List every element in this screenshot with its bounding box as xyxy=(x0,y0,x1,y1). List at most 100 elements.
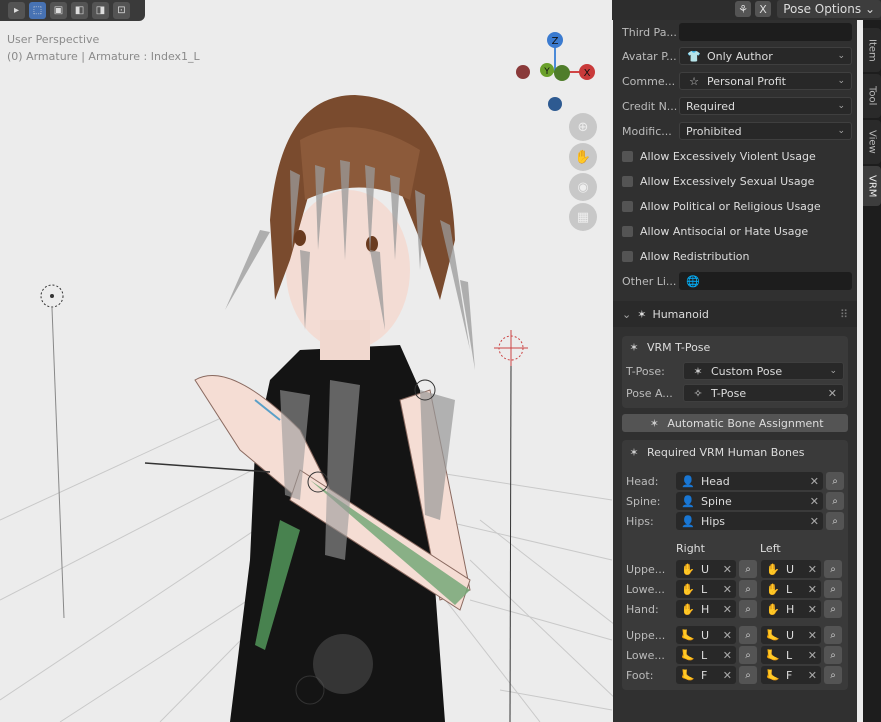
gizmo-z-label[interactable]: Z xyxy=(552,36,559,47)
left-bone-field[interactable]: 🦶 F ✕ xyxy=(761,666,821,684)
left-bone-value: U xyxy=(786,628,795,642)
search-icon[interactable]: ⌕ xyxy=(739,560,757,578)
humanoid-section-header[interactable]: ⌄ ✶ Humanoid ⠿ xyxy=(613,301,857,327)
pose-options-dropdown[interactable]: Pose Options ⌄ xyxy=(777,0,881,18)
drag-handle-icon[interactable]: ⠿ xyxy=(840,308,848,321)
zoom-icon[interactable]: ⊕ xyxy=(569,113,597,141)
antisocial-usage-checkbox[interactable]: Allow Antisocial or Hate Usage xyxy=(622,221,808,241)
clear-x-icon[interactable]: ✕ xyxy=(808,563,817,576)
tpose-dropdown[interactable]: ✶ Custom Pose ⌄ xyxy=(683,362,844,380)
tab-vrm[interactable]: VRM xyxy=(863,166,881,206)
pose-mirror-icon[interactable]: ⚘ xyxy=(735,1,751,17)
clear-x-icon[interactable]: ✕ xyxy=(808,583,817,596)
right-column-header: Right xyxy=(676,542,705,555)
search-icon[interactable]: ⌕ xyxy=(824,666,842,684)
search-icon[interactable]: ⌕ xyxy=(824,600,842,618)
search-icon[interactable]: ⌕ xyxy=(826,492,844,510)
search-icon[interactable]: ⌕ xyxy=(739,580,757,598)
light-object[interactable] xyxy=(40,284,65,619)
foot-icon: 🦶 xyxy=(766,648,780,662)
hips-bone-field[interactable]: 👤 Hips ✕ xyxy=(676,512,823,530)
search-icon[interactable]: ⌕ xyxy=(826,512,844,530)
checkbox-box[interactable] xyxy=(622,225,633,237)
modification-dropdown[interactable]: Prohibited ⌄ xyxy=(679,122,852,140)
select-box-mode-icon[interactable]: ⬚ xyxy=(29,2,46,19)
ortho-grid-icon[interactable]: ▦ xyxy=(569,203,597,231)
select-intersect-mode-icon[interactable]: ⊡ xyxy=(113,2,130,19)
right-bone-field[interactable]: ✋ H ✕ xyxy=(676,600,736,618)
gizmo-x-label[interactable]: X xyxy=(584,68,591,79)
checkbox-box[interactable] xyxy=(622,250,633,262)
automatic-bone-assignment-button[interactable]: ✶ Automatic Bone Assignment xyxy=(622,414,848,432)
right-bone-value: H xyxy=(701,602,710,616)
right-bone-field[interactable]: ✋ U ✕ xyxy=(676,560,736,578)
other-license-input[interactable]: 🌐 xyxy=(679,272,852,290)
tab-tool[interactable]: Tool xyxy=(863,74,881,118)
clear-x-icon[interactable]: ✕ xyxy=(810,515,819,528)
clear-x-icon[interactable]: ✕ xyxy=(808,669,817,682)
left-bone-field[interactable]: ✋ H ✕ xyxy=(761,600,821,618)
checkbox-box[interactable] xyxy=(622,150,633,162)
left-bone-field[interactable]: ✋ L ✕ xyxy=(761,580,821,598)
credit-dropdown[interactable]: Required ⌄ xyxy=(679,97,852,115)
hand-icon: ✋ xyxy=(681,562,695,576)
right-bone-field[interactable]: ✋ L ✕ xyxy=(676,580,736,598)
third-party-input[interactable] xyxy=(679,23,852,41)
clear-x-icon[interactable]: ✕ xyxy=(828,387,837,400)
clear-x-icon[interactable]: ✕ xyxy=(723,603,732,616)
clear-x-icon[interactable]: ✕ xyxy=(723,629,732,642)
clear-x-icon[interactable]: ✕ xyxy=(808,629,817,642)
chevron-down-icon: ⌄ xyxy=(864,2,875,16)
search-icon[interactable]: ⌕ xyxy=(824,646,842,664)
search-icon[interactable]: ⌕ xyxy=(824,560,842,578)
sexual-usage-checkbox[interactable]: Allow Excessively Sexual Usage xyxy=(622,171,814,191)
modification-row: Modific... Prohibited ⌄ xyxy=(622,121,852,141)
search-icon[interactable]: ⌕ xyxy=(739,666,757,684)
violent-usage-checkbox[interactable]: Allow Excessively Violent Usage xyxy=(622,146,816,166)
gizmo-y-label[interactable]: Y xyxy=(543,67,550,77)
right-bone-field[interactable]: 🦶 L ✕ xyxy=(676,646,736,664)
clear-x-icon[interactable]: ✕ xyxy=(808,603,817,616)
commercial-dropdown[interactable]: ☆ Personal Profit ⌄ xyxy=(679,72,852,90)
close-x-button[interactable]: X xyxy=(755,1,771,17)
checkbox-box[interactable] xyxy=(622,175,633,187)
checkbox-box[interactable] xyxy=(622,200,633,212)
pose-action-field[interactable]: ✧ T-Pose ✕ xyxy=(683,384,844,402)
hand-icon: ✋ xyxy=(766,602,780,616)
clear-x-icon[interactable]: ✕ xyxy=(723,583,732,596)
clear-x-icon[interactable]: ✕ xyxy=(723,669,732,682)
pan-hand-icon[interactable]: ✋ xyxy=(569,143,597,171)
tab-view[interactable]: View xyxy=(863,120,881,164)
clear-x-icon[interactable]: ✕ xyxy=(723,649,732,662)
clear-x-icon[interactable]: ✕ xyxy=(808,649,817,662)
search-icon[interactable]: ⌕ xyxy=(824,626,842,644)
camera-view-icon[interactable]: ◉ xyxy=(569,173,597,201)
redistribution-checkbox[interactable]: Allow Redistribution xyxy=(622,246,749,266)
search-icon[interactable]: ⌕ xyxy=(739,646,757,664)
left-bone-field[interactable]: 🦶 L ✕ xyxy=(761,646,821,664)
spine-bone-field[interactable]: 👤 Spine ✕ xyxy=(676,492,823,510)
head-bone-field[interactable]: 👤 Head ✕ xyxy=(676,472,823,490)
clear-x-icon[interactable]: ✕ xyxy=(810,495,819,508)
right-bone-field[interactable]: 🦶 U ✕ xyxy=(676,626,736,644)
select-extend-mode-icon[interactable]: ▣ xyxy=(50,2,67,19)
search-icon[interactable]: ⌕ xyxy=(826,472,844,490)
character-model[interactable] xyxy=(144,95,475,722)
clear-x-icon[interactable]: ✕ xyxy=(810,475,819,488)
tpose-label: T-Pose: xyxy=(626,364,665,378)
select-subtract-mode-icon[interactable]: ◧ xyxy=(71,2,88,19)
right-bone-field[interactable]: 🦶 F ✕ xyxy=(676,666,736,684)
avatar-permission-dropdown[interactable]: 👕 Only Author ⌄ xyxy=(679,47,852,65)
political-usage-checkbox[interactable]: Allow Political or Religious Usage xyxy=(622,196,821,216)
left-bone-field[interactable]: 🦶 U ✕ xyxy=(761,626,821,644)
clear-x-icon[interactable]: ✕ xyxy=(723,563,732,576)
select-tool-icon[interactable]: ▸ xyxy=(8,2,25,19)
left-bone-field[interactable]: ✋ U ✕ xyxy=(761,560,821,578)
tab-item[interactable]: Item xyxy=(863,28,881,72)
search-icon[interactable]: ⌕ xyxy=(824,580,842,598)
search-icon[interactable]: ⌕ xyxy=(739,600,757,618)
search-icon[interactable]: ⌕ xyxy=(739,626,757,644)
camera-target[interactable] xyxy=(494,330,528,722)
navigation-gizmo[interactable]: Z X Y xyxy=(512,30,598,114)
select-invert-mode-icon[interactable]: ◨ xyxy=(92,2,109,19)
